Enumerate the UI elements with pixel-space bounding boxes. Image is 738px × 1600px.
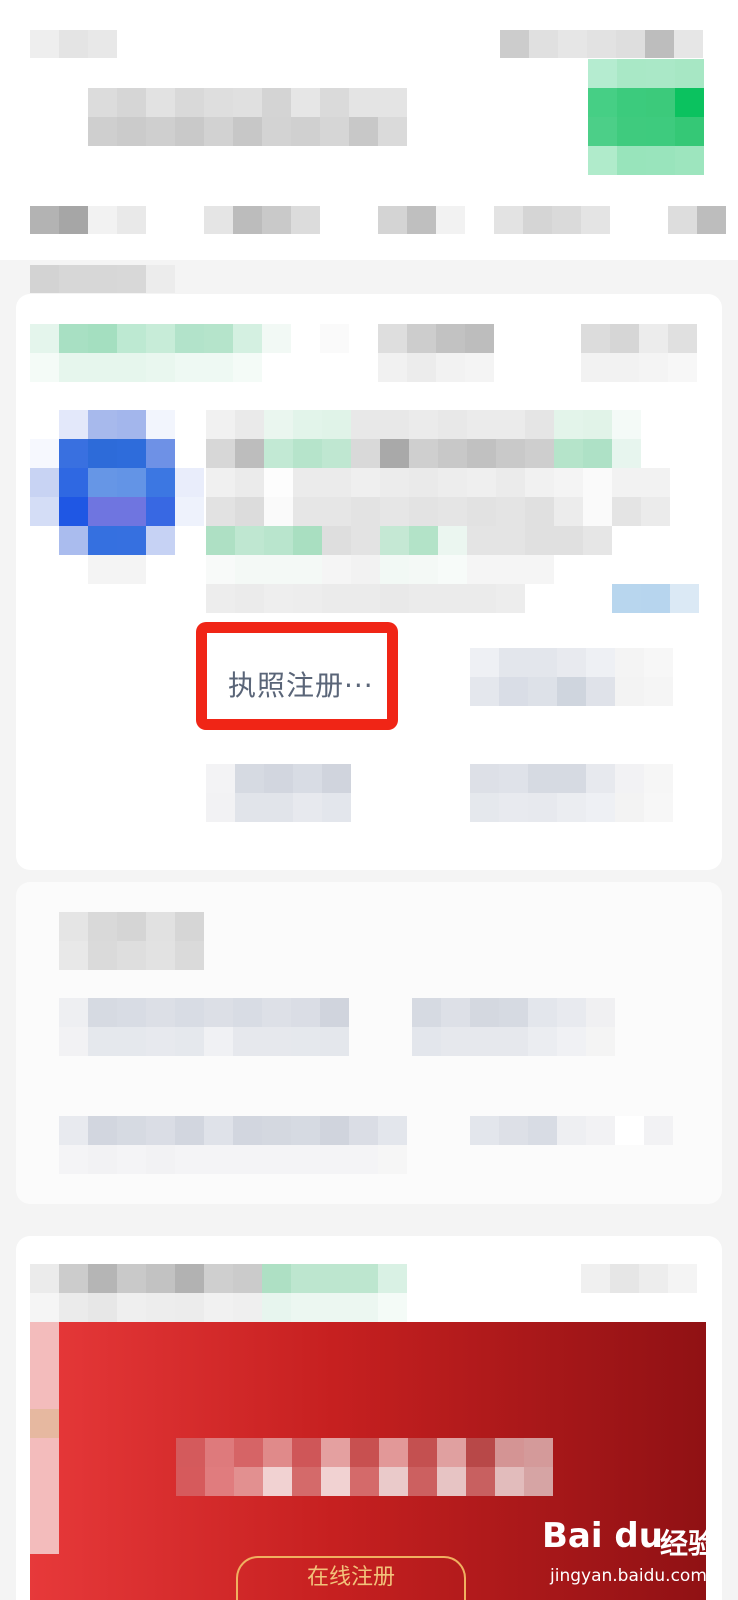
promo-banner-left-edge: [30, 1322, 59, 1554]
related-link-4-pixelated[interactable]: [470, 1116, 673, 1145]
related-link-3-pixelated[interactable]: [59, 1116, 407, 1174]
watermark-brand-cn: 经验: [660, 1527, 717, 1560]
header-title-pixelated: [30, 30, 117, 58]
card-source-pixelated: [30, 324, 697, 382]
card-link-row2-left-pixelated[interactable]: [206, 764, 351, 822]
related-card-title-pixelated: [59, 912, 204, 970]
annotation-highlight-box: [196, 622, 398, 730]
card-description-pixelated: [206, 410, 699, 613]
category-tabs-pixelated[interactable]: [30, 206, 726, 234]
section-header-pixelated: [30, 265, 175, 293]
app-logo-pixelated[interactable]: [30, 410, 204, 584]
online-register-button[interactable]: 在线注册: [236, 1556, 466, 1600]
promo-banner-title-pixelated: [176, 1438, 553, 1496]
watermark-url: jingyan.baidu.com: [550, 1566, 707, 1586]
watermark-brand: Bai du: [542, 1516, 663, 1556]
search-bar-pixelated[interactable]: [88, 88, 407, 146]
header-icons-pixelated: [500, 30, 703, 58]
search-button-pixelated[interactable]: [588, 59, 704, 175]
card-link-row2-right-pixelated[interactable]: [470, 764, 673, 822]
card-link-row1-right-pixelated[interactable]: [470, 648, 673, 706]
promo-card-header-pixelated: [30, 1264, 697, 1322]
baidu-jingyan-watermark: Bai du 经验 jingyan.baidu.com: [542, 1516, 732, 1600]
related-link-2-pixelated[interactable]: [412, 998, 615, 1056]
related-link-1-pixelated[interactable]: [59, 998, 349, 1056]
